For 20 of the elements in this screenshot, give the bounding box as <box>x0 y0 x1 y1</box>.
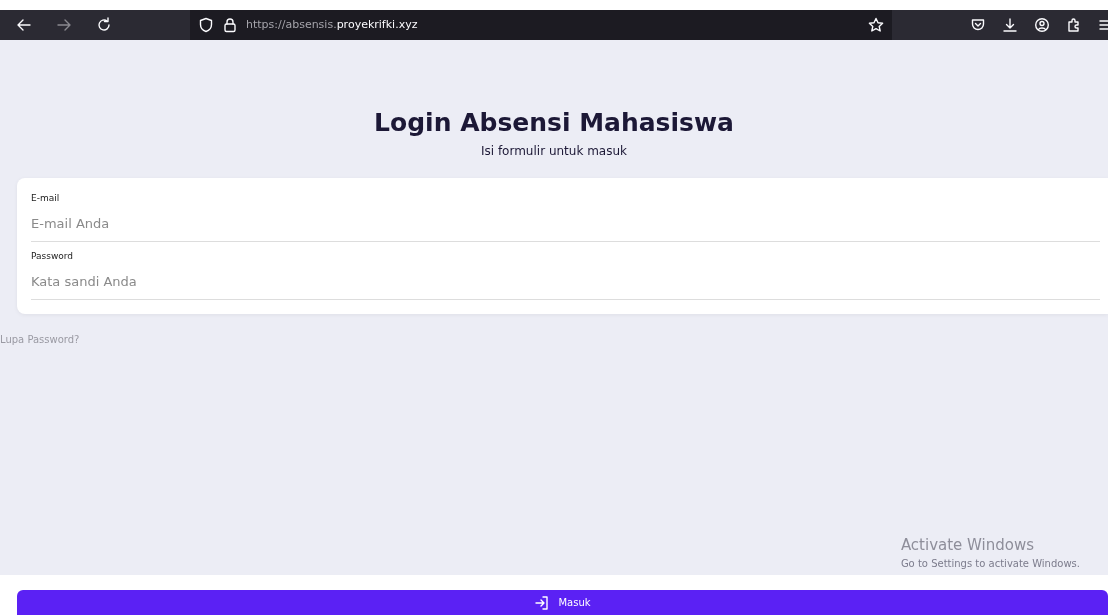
email-field[interactable]: E-mail Anda <box>31 209 1100 242</box>
password-label: Password <box>31 250 75 263</box>
activation-title: Activate Windows <box>900 534 1036 556</box>
password-field[interactable]: Kata sandi Anda <box>31 267 1100 300</box>
login-icon <box>534 594 551 611</box>
puzzle-icon[interactable] <box>1066 17 1082 33</box>
reload-icon[interactable] <box>96 17 112 33</box>
back-icon[interactable] <box>16 17 32 33</box>
star-icon[interactable] <box>868 17 884 33</box>
account-icon[interactable] <box>1034 17 1050 33</box>
submit-button[interactable]: Masuk <box>17 590 1108 615</box>
page-subtitle: Isi formulir untuk masuk <box>479 143 629 160</box>
activation-message: Go to Settings to activate Windows. <box>900 557 1080 571</box>
pocket-icon[interactable] <box>970 17 986 33</box>
shield-icon <box>198 17 214 33</box>
lock-icon <box>222 17 238 33</box>
download-icon[interactable] <box>1002 17 1018 33</box>
page-title: Login Absensi Mahasiswa <box>373 108 735 138</box>
email-label: E-mail <box>31 192 61 205</box>
url-text[interactable]: https://absensis.proyekrifki.xyz <box>246 16 418 34</box>
